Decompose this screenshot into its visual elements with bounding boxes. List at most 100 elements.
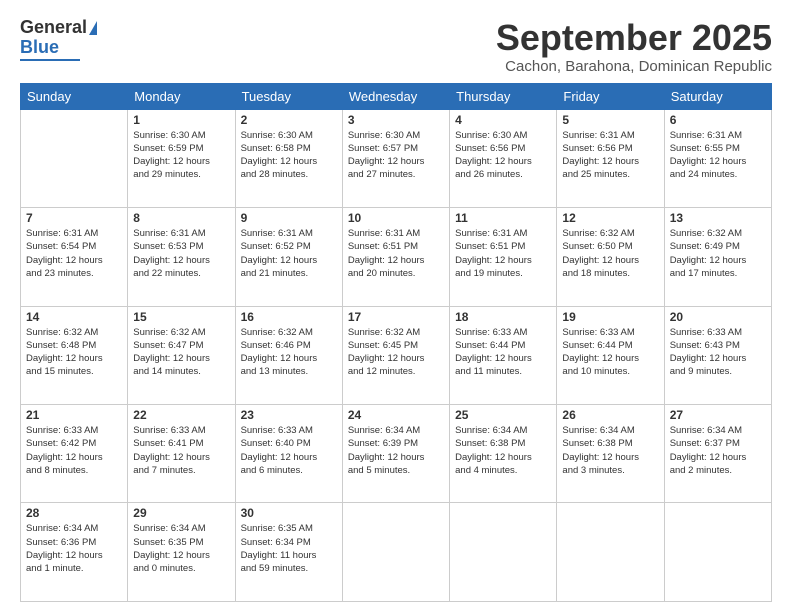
day-info: Sunrise: 6:34 AM Sunset: 6:36 PM Dayligh… [26,522,122,575]
day-info: Sunrise: 6:31 AM Sunset: 6:51 PM Dayligh… [348,227,444,280]
day-info: Sunrise: 6:30 AM Sunset: 6:58 PM Dayligh… [241,129,337,182]
day-number: 6 [670,113,766,127]
day-number: 2 [241,113,337,127]
calendar-table: Sunday Monday Tuesday Wednesday Thursday… [20,83,772,602]
table-row [450,503,557,602]
day-info: Sunrise: 6:30 AM Sunset: 6:57 PM Dayligh… [348,129,444,182]
table-row: 18 Sunrise: 6:33 AM Sunset: 6:44 PM Dayli… [450,306,557,404]
day-number: 30 [241,506,337,520]
day-number: 27 [670,408,766,422]
header: General Blue September 2025 Cachon, Bara… [20,18,772,75]
day-number: 8 [133,211,229,225]
logo-general-text: General [20,18,87,38]
day-info: Sunrise: 6:30 AM Sunset: 6:59 PM Dayligh… [133,129,229,182]
table-row: 11Sunrise: 6:31 AM Sunset: 6:51 PM Dayli… [450,208,557,306]
col-sunday: Sunday [21,83,128,109]
table-row: 27 Sunrise: 6:34 AM Sunset: 6:37 PM Dayli… [664,405,771,503]
day-info: Sunrise: 6:33 AM Sunset: 6:41 PM Dayligh… [133,424,229,477]
table-row: 8 Sunrise: 6:31 AM Sunset: 6:53 PM Daylig… [128,208,235,306]
logo: General Blue [20,18,97,61]
logo-triangle-icon [89,21,97,35]
calendar-week-row: 28 Sunrise: 6:34 AM Sunset: 6:36 PM Dayli… [21,503,772,602]
table-row: 19Sunrise: 6:33 AM Sunset: 6:44 PM Dayli… [557,306,664,404]
table-row: 17 Sunrise: 6:32 AM Sunset: 6:45 PM Dayli… [342,306,449,404]
day-info: Sunrise: 6:34 AM Sunset: 6:37 PM Dayligh… [670,424,766,477]
table-row: 21 Sunrise: 6:33 AM Sunset: 6:42 PM Dayli… [21,405,128,503]
day-info: Sunrise: 6:30 AM Sunset: 6:56 PM Dayligh… [455,129,551,182]
table-row: 23 Sunrise: 6:33 AM Sunset: 6:40 PM Dayli… [235,405,342,503]
day-number: 14 [26,310,122,324]
table-row [557,503,664,602]
day-info: Sunrise: 6:34 AM Sunset: 6:38 PM Dayligh… [455,424,551,477]
table-row: 13 Sunrise: 6:32 AM Sunset: 6:49 PM Dayli… [664,208,771,306]
table-row: 4 Sunrise: 6:30 AM Sunset: 6:56 PM Daylig… [450,109,557,207]
day-number: 20 [670,310,766,324]
col-saturday: Saturday [664,83,771,109]
day-info: Sunrise: 6:32 AM Sunset: 6:48 PM Dayligh… [26,326,122,379]
table-row [664,503,771,602]
day-info: Sunrise: 6:31 AM Sunset: 6:55 PM Dayligh… [670,129,766,182]
day-info: Sunrise: 6:31 AM Sunset: 6:54 PM Dayligh… [26,227,122,280]
col-friday: Friday [557,83,664,109]
table-row: 24 Sunrise: 6:34 AM Sunset: 6:39 PM Dayli… [342,405,449,503]
day-number: 21 [26,408,122,422]
table-row: 20Sunrise: 6:33 AM Sunset: 6:43 PM Dayli… [664,306,771,404]
table-row: 14 Sunrise: 6:32 AM Sunset: 6:48 PM Dayli… [21,306,128,404]
day-number: 29 [133,506,229,520]
table-row [342,503,449,602]
page: General Blue September 2025 Cachon, Bara… [0,0,792,612]
day-info: Sunrise: 6:32 AM Sunset: 6:50 PM Dayligh… [562,227,658,280]
table-row: 5Sunrise: 6:31 AM Sunset: 6:56 PM Daylig… [557,109,664,207]
day-info: Sunrise: 6:34 AM Sunset: 6:39 PM Dayligh… [348,424,444,477]
day-number: 23 [241,408,337,422]
day-number: 12 [562,211,658,225]
month-title: September 2025 [496,18,772,58]
table-row: 25 Sunrise: 6:34 AM Sunset: 6:38 PM Dayli… [450,405,557,503]
table-row: 1 Sunrise: 6:30 AM Sunset: 6:59 PM Daylig… [128,109,235,207]
table-row: 7Sunrise: 6:31 AM Sunset: 6:54 PM Daylig… [21,208,128,306]
col-tuesday: Tuesday [235,83,342,109]
day-number: 17 [348,310,444,324]
table-row: 2 Sunrise: 6:30 AM Sunset: 6:58 PM Daylig… [235,109,342,207]
calendar-week-row: 21 Sunrise: 6:33 AM Sunset: 6:42 PM Dayli… [21,405,772,503]
table-row: 12 Sunrise: 6:32 AM Sunset: 6:50 PM Dayli… [557,208,664,306]
day-info: Sunrise: 6:33 AM Sunset: 6:44 PM Dayligh… [562,326,658,379]
table-row: 6 Sunrise: 6:31 AM Sunset: 6:55 PM Daylig… [664,109,771,207]
calendar-week-row: 1 Sunrise: 6:30 AM Sunset: 6:59 PM Daylig… [21,109,772,207]
table-row: 22 Sunrise: 6:33 AM Sunset: 6:41 PM Dayli… [128,405,235,503]
day-number: 10 [348,211,444,225]
col-thursday: Thursday [450,83,557,109]
day-info: Sunrise: 6:34 AM Sunset: 6:35 PM Dayligh… [133,522,229,575]
day-number: 3 [348,113,444,127]
day-number: 18 [455,310,551,324]
table-row: 16Sunrise: 6:32 AM Sunset: 6:46 PM Dayli… [235,306,342,404]
day-number: 4 [455,113,551,127]
table-row: 30Sunrise: 6:35 AM Sunset: 6:34 PM Dayli… [235,503,342,602]
day-number: 1 [133,113,229,127]
table-row: 3 Sunrise: 6:30 AM Sunset: 6:57 PM Daylig… [342,109,449,207]
day-number: 13 [670,211,766,225]
day-info: Sunrise: 6:32 AM Sunset: 6:49 PM Dayligh… [670,227,766,280]
day-info: Sunrise: 6:32 AM Sunset: 6:47 PM Dayligh… [133,326,229,379]
table-row: 10 Sunrise: 6:31 AM Sunset: 6:51 PM Dayli… [342,208,449,306]
day-info: Sunrise: 6:33 AM Sunset: 6:42 PM Dayligh… [26,424,122,477]
day-number: 25 [455,408,551,422]
col-wednesday: Wednesday [342,83,449,109]
day-number: 24 [348,408,444,422]
day-info: Sunrise: 6:33 AM Sunset: 6:44 PM Dayligh… [455,326,551,379]
day-number: 28 [26,506,122,520]
logo-underline [20,59,80,61]
table-row: 26 Sunrise: 6:34 AM Sunset: 6:38 PM Dayli… [557,405,664,503]
logo-blue-text: Blue [20,38,59,58]
day-number: 15 [133,310,229,324]
day-number: 9 [241,211,337,225]
day-number: 16 [241,310,337,324]
day-info: Sunrise: 6:31 AM Sunset: 6:53 PM Dayligh… [133,227,229,280]
day-info: Sunrise: 6:34 AM Sunset: 6:38 PM Dayligh… [562,424,658,477]
day-info: Sunrise: 6:32 AM Sunset: 6:45 PM Dayligh… [348,326,444,379]
table-row: 15 Sunrise: 6:32 AM Sunset: 6:47 PM Dayli… [128,306,235,404]
day-number: 22 [133,408,229,422]
day-number: 26 [562,408,658,422]
day-info: Sunrise: 6:33 AM Sunset: 6:40 PM Dayligh… [241,424,337,477]
table-row: 9Sunrise: 6:31 AM Sunset: 6:52 PM Daylig… [235,208,342,306]
